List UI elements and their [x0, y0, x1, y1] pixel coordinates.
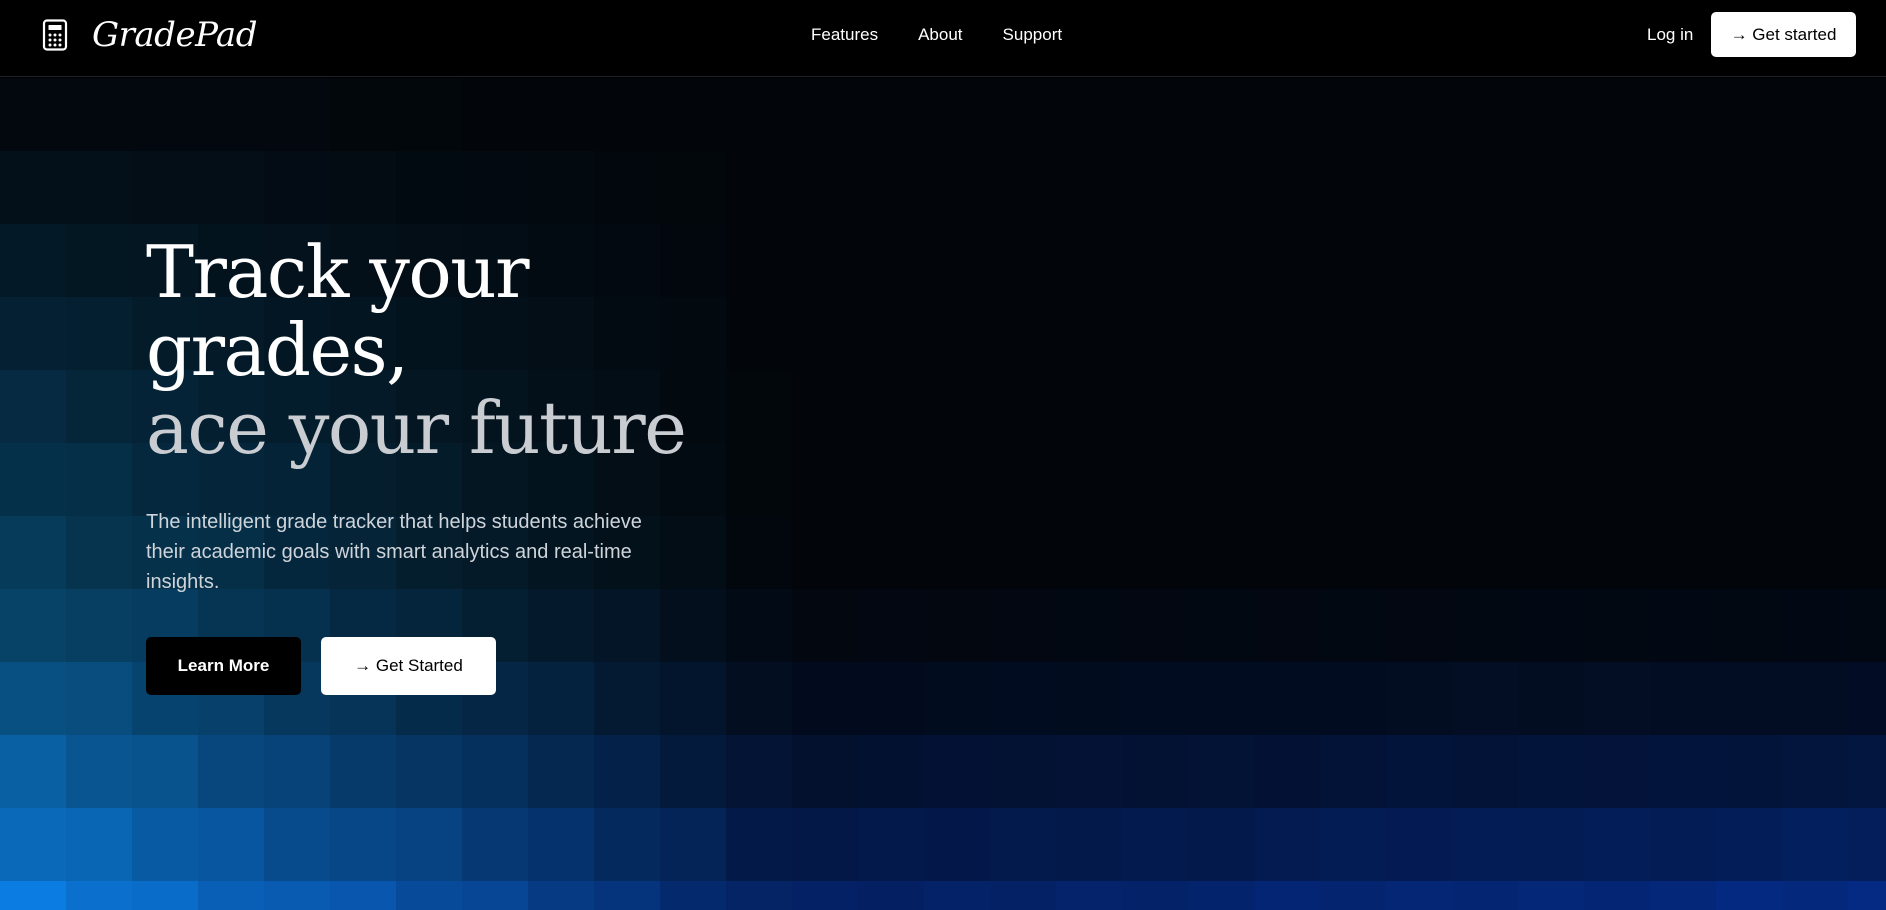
brand-name: GradePad — [92, 15, 257, 55]
nav-link-about[interactable]: About — [918, 25, 962, 45]
nav-link-support[interactable]: Support — [1003, 25, 1063, 45]
headline-line-3: ace your future — [146, 386, 687, 470]
headline-line-2: grades, — [146, 308, 409, 392]
login-link[interactable]: Log in — [1647, 25, 1693, 45]
top-navigation: GradePad Features About Support Log in →… — [0, 0, 1886, 77]
hero-subtext: The intelligent grade tracker that helps… — [146, 511, 642, 593]
calculator-icon — [40, 18, 70, 52]
get-started-button[interactable]: → Get started — [1711, 12, 1856, 57]
hero-content: Track your grades, ace your future The i… — [146, 230, 687, 695]
primary-nav: Features About Support — [811, 25, 1062, 45]
nav-link-features[interactable]: Features — [811, 25, 878, 45]
brand[interactable]: GradePad — [40, 17, 257, 53]
hero-headline: Track your grades, ace your future — [146, 230, 687, 470]
hero-section: Track your grades, ace your future The i… — [0, 78, 1886, 910]
learn-more-button[interactable]: Learn More — [146, 637, 301, 695]
headline-line-1: Track your — [146, 230, 530, 314]
hero-get-started-button[interactable]: → Get Started — [321, 637, 496, 695]
hero-actions: Learn More → Get Started — [146, 637, 685, 695]
